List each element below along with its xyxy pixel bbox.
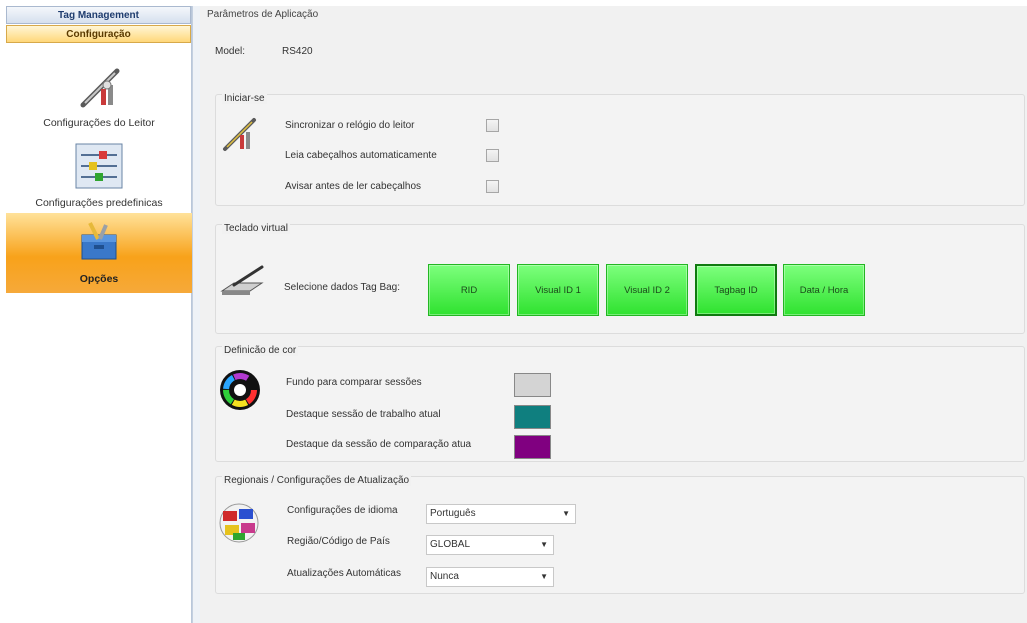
flags-globe-icon [219, 503, 259, 543]
nav-item-label: Configurações do Leitor [43, 117, 155, 129]
vk-button-tagbag-id[interactable]: Tagbag ID [695, 264, 777, 316]
idioma-dropdown[interactable]: Português ▼ [426, 504, 576, 524]
chevron-down-icon: ▼ [540, 540, 548, 549]
navigation-pane: Tag Management Configuração Configuraçõe… [6, 6, 192, 623]
main-panel: Parâmetros de Aplicação Model: RS420 Ini… [200, 6, 1027, 623]
cor-label-fundo: Fundo para comparar sessões [286, 377, 422, 388]
atualizacoes-label: Atualizações Automáticas [287, 568, 401, 579]
checkbox-leia-cabecalhos[interactable] [486, 149, 499, 162]
model-label: Model: [215, 46, 246, 57]
vk-button-rid[interactable]: RID [428, 264, 510, 316]
option-label-sincronizar: Sincronizar o relógio do leitor [285, 120, 415, 131]
nav-item-opcoes[interactable]: Opções [6, 213, 192, 293]
nav-header-configuracao[interactable]: Configuração [6, 25, 191, 43]
group-title: Teclado virtual [222, 223, 290, 234]
sliders-icon [75, 143, 123, 189]
group-title: Definicão de cor [222, 345, 299, 356]
regiao-label: Região/Código de País [287, 536, 390, 547]
model-value: RS420 [282, 46, 313, 57]
checkbox-avisar[interactable] [486, 180, 499, 193]
wrench-screwdriver-icon [220, 115, 260, 155]
group-regionais: Regionais / Configurações de Atualização… [215, 475, 1025, 594]
stylus-tablet-icon [220, 265, 266, 297]
nav-item-label: Opções [79, 273, 119, 285]
chevron-down-icon: ▼ [562, 509, 570, 518]
vk-button-visual-id-2[interactable]: Visual ID 2 [606, 264, 688, 316]
atualizacoes-dropdown[interactable]: Nunca ▼ [426, 567, 554, 587]
option-label-avisar: Avisar antes de ler cabeçalhos [285, 181, 422, 192]
chevron-down-icon: ▼ [540, 572, 548, 581]
swatch-trabalho-atual[interactable] [514, 405, 551, 429]
group-definicao-cor: Definicão de cor Fundo para comparar ses… [215, 345, 1025, 462]
page-title: Parâmetros de Aplicação [207, 9, 319, 20]
vk-button-visual-id-1[interactable]: Visual ID 1 [517, 264, 599, 316]
regiao-value: GLOBAL [430, 539, 471, 550]
select-tagbag-label: Selecione dados Tag Bag: [284, 282, 401, 293]
swatch-comparacao-atual[interactable] [514, 435, 551, 459]
splitter[interactable] [192, 6, 200, 623]
group-title: Regionais / Configurações de Atualização [222, 475, 412, 486]
group-title: Iniciar-se [222, 93, 267, 104]
swatch-fundo[interactable] [514, 373, 551, 397]
nav-item-configuracoes-predefinicas[interactable]: Configurações predefinicas [6, 141, 192, 213]
group-iniciar-se: Iniciar-se Sincronizar o relógio do leit… [215, 93, 1025, 206]
regiao-dropdown[interactable]: GLOBAL ▼ [426, 535, 554, 555]
toolbox-icon [76, 221, 122, 261]
idioma-label: Configurações de idioma [287, 505, 398, 516]
checkbox-sincronizar[interactable] [486, 119, 499, 132]
cor-label-comparacao-atual: Destaque da sessão de comparação atua [286, 439, 472, 450]
vk-button-data-hora[interactable]: Data / Hora [783, 264, 865, 316]
cor-label-trabalho-atual: Destaque sessão de trabalho atual [286, 409, 441, 420]
atualizacoes-value: Nunca [430, 571, 459, 582]
nav-header-tag-management[interactable]: Tag Management [6, 6, 191, 24]
group-teclado-virtual: Teclado virtual Selecione dados Tag Bag:… [215, 223, 1025, 334]
color-wheel-icon [219, 369, 261, 411]
nav-item-configuracoes-leitor[interactable]: Configurações do Leitor [6, 61, 192, 141]
option-label-leia-cabecalhos: Leia cabeçalhos automaticamente [285, 150, 437, 161]
idioma-value: Português [430, 508, 476, 519]
wrench-screwdriver-icon [73, 65, 125, 111]
nav-item-label: Configurações predefinicas [35, 197, 163, 209]
